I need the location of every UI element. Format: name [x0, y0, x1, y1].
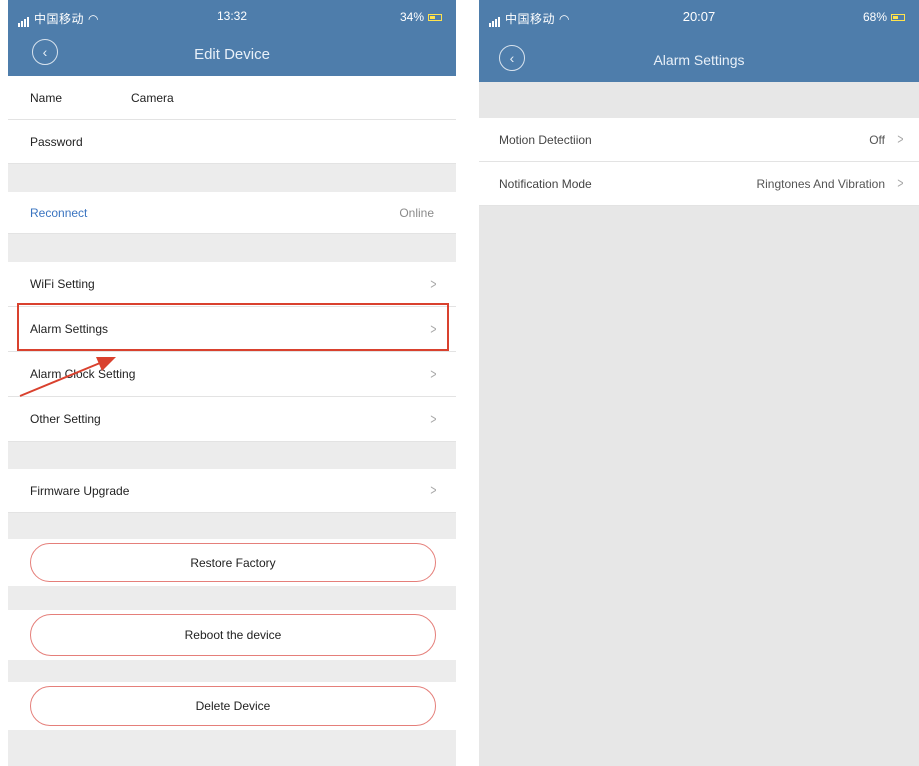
notification-mode-label: Notification Mode	[499, 176, 592, 191]
battery-percent: 68%	[862, 10, 887, 24]
motion-detection-value: Off	[869, 132, 885, 147]
nav-header: 中国移动 ◠ 20:07 68% ‹ Alarm Settings	[479, 0, 919, 82]
page-title: Alarm Settings	[653, 52, 745, 68]
notification-mode-row[interactable]: Notification Mode Ringtones And Vibratio…	[479, 162, 919, 206]
motion-detection-row[interactable]: Motion Detectiion Off >	[479, 118, 919, 162]
status-bar: 中国移动 ◠ 20:07 68%	[479, 0, 919, 30]
chevron-right-icon: >	[897, 175, 904, 192]
annotation-arrow-icon	[19, 357, 116, 397]
notification-mode-value: Ringtones And Vibration	[756, 176, 885, 191]
motion-detection-label: Motion Detectiion	[499, 132, 592, 147]
battery-icon	[891, 14, 905, 22]
clock: 20:07	[682, 9, 716, 24]
chevron-right-icon: >	[897, 131, 904, 148]
alarm-settings-screen: 中国移动 ◠ 20:07 68% ‹ Alarm Settings Motion …	[479, 0, 919, 766]
edit-device-screen: 中国移动 ◠ 13:32 34% ‹ Edit Device Name Camer…	[8, 0, 456, 766]
